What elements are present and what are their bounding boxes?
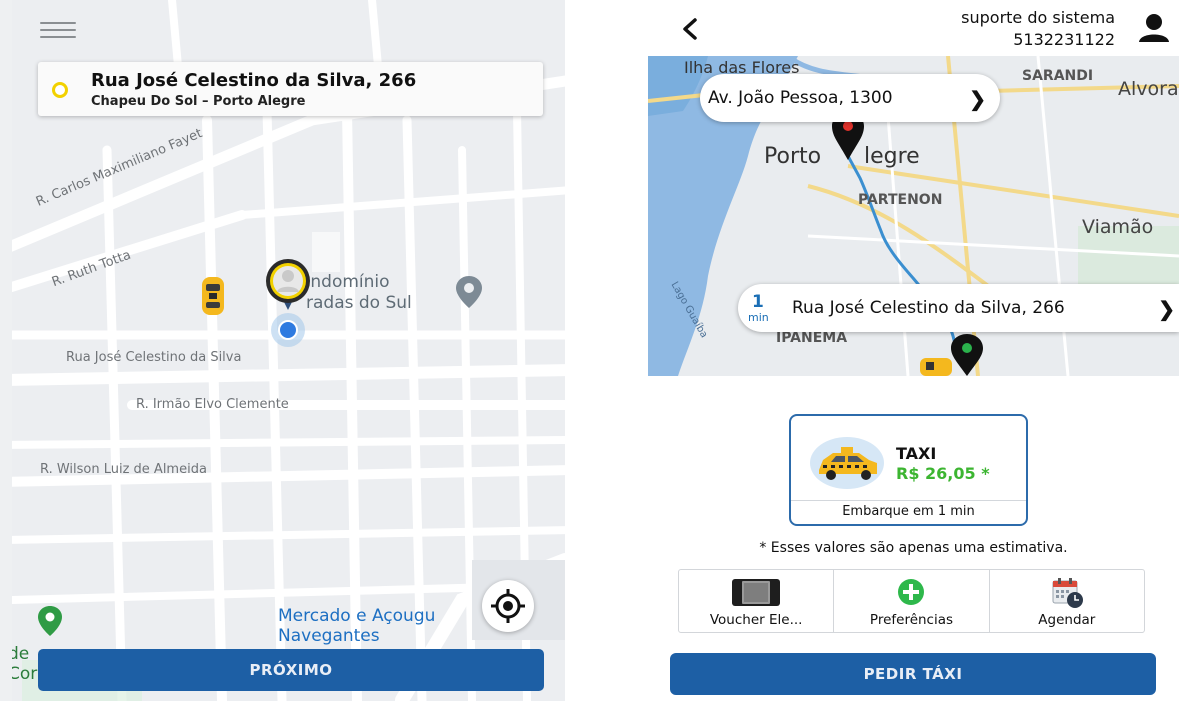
- option-schedule-label: Agendar: [1038, 612, 1096, 628]
- pickup-address-card[interactable]: Rua José Celestino da Silva, 266 Chapeu …: [38, 62, 543, 116]
- right-screen: suporte do sistema 5132231122 Ilha das F…: [648, 0, 1179, 701]
- voucher-icon: [732, 579, 781, 606]
- street-label-irmao: R. Irmão Elvo Clemente: [136, 397, 289, 412]
- estimate-disclaimer: * Esses valores são apenas uma estimativ…: [759, 540, 1068, 556]
- support-name: suporte do sistema: [961, 8, 1115, 27]
- poi-left-line2: Cor: [12, 664, 38, 684]
- chevron-right-icon: ❯: [1158, 299, 1175, 321]
- poi-mercado-line2: Navegantes: [278, 626, 380, 646]
- hamburger-menu-icon[interactable]: [40, 22, 76, 42]
- user-location-pin-icon: [266, 259, 310, 347]
- option-schedule[interactable]: Agendar: [990, 570, 1144, 632]
- poi-pin-icon[interactable]: [454, 274, 484, 310]
- taxi-card-divider: [791, 500, 1026, 501]
- taxi-option-card[interactable]: TAXI R$ 26,05 * Embarque em 1 min: [789, 414, 1028, 526]
- option-voucher[interactable]: Voucher Ele...: [679, 570, 835, 632]
- map-label-viamao: Viamão: [1082, 216, 1154, 238]
- taxi-car-icon: [810, 437, 884, 489]
- green-poi-pin-icon[interactable]: [36, 604, 64, 638]
- options-bar: Voucher Ele... Preferências Agendar: [678, 569, 1145, 633]
- map-label-partenon: PARTENON: [858, 192, 943, 208]
- eta-unit: min: [748, 311, 769, 324]
- plus-circle-icon: [898, 579, 925, 605]
- map-label-porto: Porto: [764, 144, 822, 169]
- eta-number: 1: [752, 292, 764, 312]
- left-screen: R. Carlos Maximiliano Fayet R. Ruth Tott…: [0, 0, 565, 701]
- chevron-right-icon: ❯: [969, 89, 986, 111]
- taxi-name: TAXI: [896, 444, 937, 463]
- next-button[interactable]: PRÓXIMO: [38, 649, 544, 691]
- map-label-sarandi: SARANDI: [1022, 68, 1094, 84]
- origin-address: Rua José Celestino da Silva, 266: [792, 298, 1065, 318]
- back-arrow-icon[interactable]: [678, 16, 702, 42]
- pickup-dot-icon: [52, 82, 68, 98]
- poi-left-line1: de: [12, 644, 30, 664]
- option-preferences[interactable]: Preferências: [834, 570, 990, 632]
- calendar-icon: [1052, 578, 1083, 608]
- map-label-alvorada: Alvora: [1118, 78, 1179, 100]
- street-label-wilson: R. Wilson Luiz de Almeida: [40, 462, 207, 477]
- pickup-address-title: Rua José Celestino da Silva, 266: [91, 70, 417, 91]
- destination-pill[interactable]: Av. João Pessoa, 1300 ❯: [700, 74, 1000, 122]
- taxi-car-icon: [202, 277, 224, 315]
- map-label-alegre: legre: [864, 144, 920, 169]
- option-preferences-label: Preferências: [869, 612, 954, 628]
- support-phone[interactable]: 5132231122: [1013, 30, 1115, 49]
- taxi-eta: Embarque em 1 min: [842, 504, 975, 519]
- pickup-address-subtitle: Chapeu Do Sol – Porto Alegre: [91, 94, 306, 109]
- user-profile-icon[interactable]: [1137, 12, 1171, 44]
- destination-address: Av. João Pessoa, 1300: [708, 88, 893, 108]
- taxi-price: R$ 26,05 *: [896, 464, 990, 483]
- poi-mercado-line1: Mercado e Açougu: [278, 606, 436, 626]
- request-taxi-button[interactable]: PEDIR TÁXI: [670, 653, 1156, 695]
- my-location-button[interactable]: [482, 580, 534, 632]
- street-label-celestino: Rua José Celestino da Silva: [66, 350, 242, 365]
- option-voucher-label: Voucher Ele...: [709, 612, 803, 628]
- map-label-ipanema: IPANEMA: [776, 330, 848, 346]
- crosshair-icon: [491, 589, 525, 623]
- origin-pill[interactable]: 1 min Rua José Celestino da Silva, 266 ❯: [738, 284, 1179, 332]
